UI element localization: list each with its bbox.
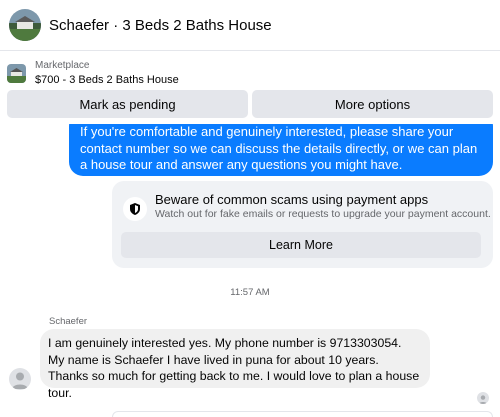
listing-thumbnail-icon: [7, 63, 26, 83]
marketplace-label: Marketplace: [35, 60, 90, 71]
sender-avatar-icon[interactable]: [9, 368, 31, 390]
listing-title: $700 - 3 Beds 2 Baths House: [35, 74, 179, 86]
next-card-edge: [112, 411, 493, 417]
conversation-header: Schaefer · 3 Beds 2 Baths House: [0, 0, 500, 51]
sender-name: Schaefer: [49, 316, 88, 327]
messenger-window: If you're comfortable and genuinely inte…: [0, 0, 500, 417]
shield-icon: [123, 197, 147, 221]
scam-warning-title: Beware of common scams using payment app…: [155, 192, 429, 207]
more-options-button[interactable]: More options: [252, 90, 493, 118]
scam-warning-subtitle: Watch out for fake emails or requests to…: [155, 208, 491, 220]
scam-warning-card: Beware of common scams using payment app…: [112, 181, 493, 268]
action-bar: Mark as pending More options: [7, 90, 493, 118]
learn-more-button[interactable]: Learn More: [121, 232, 481, 258]
message-timestamp: 11:57 AM: [230, 287, 270, 298]
seen-indicator-icon: [477, 392, 489, 404]
incoming-message-text: I am genuinely interested yes. My phone …: [48, 336, 420, 400]
house-photo-icon[interactable]: [9, 9, 41, 41]
incoming-message-bubble: I am genuinely interested yes. My phone …: [40, 329, 430, 400]
outgoing-message-text: If you're comfortable and genuinely inte…: [80, 124, 478, 172]
conversation-title[interactable]: Schaefer · 3 Beds 2 Baths House: [49, 17, 272, 34]
mark-as-pending-button[interactable]: Mark as pending: [7, 90, 248, 118]
marketplace-listing[interactable]: Marketplace $700 - 3 Beds 2 Baths House: [0, 55, 500, 91]
